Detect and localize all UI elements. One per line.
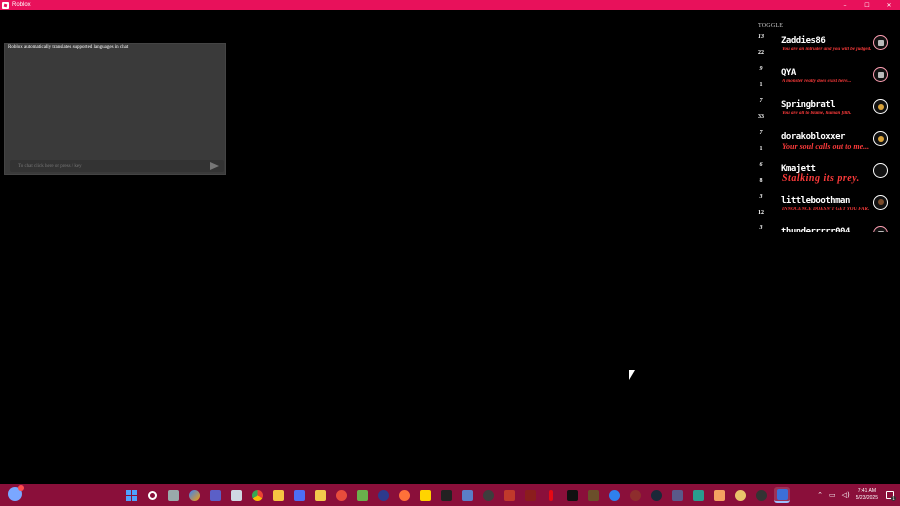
app-icon[interactable] [564,487,580,503]
window-title: Roblox [12,2,31,8]
roblox-window: Roblox – ☐ ✕ Roblox automatically transl… [0,0,900,506]
player-name: Springbratl [781,100,836,110]
player-name: dorakobloxxer [781,132,845,142]
player-avatar[interactable] [873,99,888,114]
player-row[interactable]: 3 12 littleboothman INNOCENCE DOESN'T GE… [754,194,900,226]
clock-time: 7:41 AM [857,488,877,494]
player-stat-primary: 3 [759,225,763,231]
app-icon[interactable] [627,487,643,503]
explorer-icon[interactable] [270,487,286,503]
app-icon[interactable] [522,487,538,503]
player-row[interactable]: 7 1 dorakobloxxer Your soul calls out to… [754,130,900,162]
player-stat-primary: 6 [759,162,763,168]
player-row[interactable]: 3 thunderrrrr004 [754,225,900,232]
app-icon[interactable] [354,487,370,503]
player-row[interactable]: 13 22 Zaddies86 You are an intruder and … [754,34,900,66]
teams-icon[interactable] [207,487,223,503]
app-icon[interactable] [417,487,433,503]
network-icon[interactable]: ▭ [829,491,836,499]
toggle-button[interactable]: TOGGLE [758,23,783,29]
player-name: Zaddies86 [781,36,826,46]
player-stat-primary: 7 [759,130,763,136]
player-avatar[interactable] [873,163,888,178]
firefox-icon[interactable] [396,487,412,503]
steam-icon[interactable] [648,487,664,503]
copilot-icon[interactable] [186,487,202,503]
clock-date: 5/23/2025 [855,495,878,501]
player-name: littleboothman [781,196,850,206]
player-stat-secondary: 12 [758,210,764,216]
volume-icon[interactable]: ◁) [842,491,850,499]
player-quote: INNOCENCE DOESN'T GET YOU FAR. [782,207,870,212]
player-stat-secondary: 8 [759,178,763,184]
player-stat-secondary: 1 [759,146,763,152]
player-avatar[interactable] [873,131,888,146]
taskbar: ⌃ ▭ ◁) 7:41 AM 5/23/2025 [0,484,900,506]
netflix-icon[interactable] [543,487,559,503]
player-stat-primary: 13 [758,34,764,40]
roblox-icon[interactable] [774,487,790,503]
app-icon[interactable] [732,487,748,503]
mouse-cursor-icon [629,370,635,380]
player-stat-primary: 9 [759,66,763,72]
start-icon[interactable] [123,487,139,503]
app-icon[interactable] [375,487,391,503]
app-icon[interactable] [438,487,454,503]
player-stat-secondary: 22 [758,50,764,56]
player-avatar[interactable] [873,35,888,50]
app-icon[interactable] [333,487,349,503]
roblox-logo-icon [2,1,9,9]
app-icon[interactable] [690,487,706,503]
chrome-icon[interactable] [249,487,265,503]
maximize-button[interactable]: ☐ [856,0,878,10]
app-icon[interactable] [501,487,517,503]
app-icon[interactable] [291,487,307,503]
chat-input[interactable]: To chat click here or press / key [18,164,82,169]
player-stat-primary: 7 [759,98,763,104]
player-avatar[interactable] [873,226,888,232]
window-controls: – ☐ ✕ [834,0,900,10]
player-avatar[interactable] [873,195,888,210]
task-view-icon[interactable] [165,487,181,503]
taskbar-apps [123,487,790,503]
player-quote: You are all to blame, human filth. [782,111,852,116]
player-row[interactable]: 7 33 Springbratl You are all to blame, h… [754,98,900,130]
app-icon[interactable] [480,487,496,503]
chevron-up-icon[interactable]: ⌃ [817,491,823,499]
chat-window[interactable]: Roblox automatically translates supporte… [4,43,226,175]
search-icon[interactable] [144,487,160,503]
clock[interactable]: 7:41 AM 5/23/2025 [856,488,878,502]
app-icon[interactable] [753,487,769,503]
app-icon[interactable] [669,487,685,503]
app-icon[interactable] [312,487,328,503]
player-avatar[interactable] [873,67,888,82]
player-row[interactable]: 6 8 Kmajett Stalking its prey. [754,162,900,194]
notification-icon[interactable] [886,491,896,501]
player-quote: A monster really does exist here... [782,79,852,84]
player-stat-primary: 3 [759,194,763,200]
title-bar: Roblox – ☐ ✕ [0,0,900,10]
weather-widget[interactable] [8,485,24,503]
system-tray: ⌃ ▭ ◁) 7:41 AM 5/23/2025 [817,484,900,506]
app-icon[interactable] [459,487,475,503]
send-icon[interactable] [210,162,219,170]
player-list: TOGGLE 13 22 Zaddies86 You are an intrud… [754,20,900,232]
app-icon[interactable] [228,487,244,503]
app-icon[interactable] [606,487,622,503]
chat-input-bar[interactable]: To chat click here or press / key [10,160,224,172]
weather-icon [8,485,24,501]
player-name: QYA [781,68,796,78]
player-row[interactable]: 9 1 QYA A monster really does exist here… [754,66,900,98]
player-name: thunderrrrr004 [781,227,850,232]
app-icon[interactable] [585,487,601,503]
player-stat-secondary: 33 [758,114,764,120]
player-quote: You are an intruder and you will be judg… [782,47,872,52]
close-button[interactable]: ✕ [878,0,900,10]
app-icon[interactable] [711,487,727,503]
chat-translation-notice: Roblox automatically translates supporte… [8,45,129,50]
player-stat-secondary: 1 [759,82,763,88]
minimize-button[interactable]: – [834,0,856,10]
